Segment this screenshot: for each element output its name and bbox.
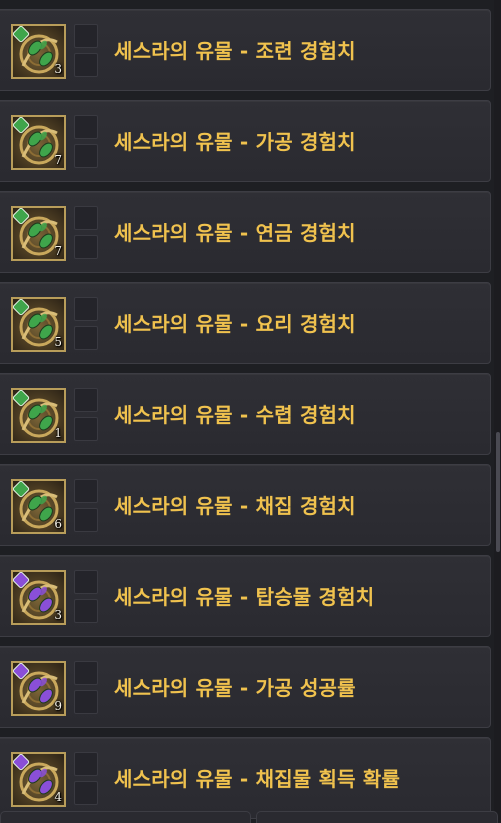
item-count: 4 <box>54 790 62 804</box>
item-count: 3 <box>54 62 62 76</box>
checkbox-top[interactable] <box>74 388 98 412</box>
relic-row[interactable]: 3 세스라의 유물 - 조련 경험치 <box>0 9 491 91</box>
relic-row[interactable]: 4 세스라의 유물 - 채집물 획득 확률 <box>0 737 491 819</box>
checkbox-top[interactable] <box>74 115 98 139</box>
sesra-relic-icon[interactable]: 5 <box>11 297 66 352</box>
item-count: 3 <box>54 608 62 622</box>
checkbox-top[interactable] <box>74 297 98 321</box>
scrollbar-thumb[interactable] <box>496 432 500 552</box>
item-label: 세스라의 유물 - 연금 경험치 <box>114 221 356 245</box>
relic-row[interactable]: 6 세스라의 유물 - 채집 경험치 <box>0 464 491 546</box>
item-label: 세스라의 유물 - 조련 경험치 <box>114 39 356 63</box>
item-label: 세스라의 유물 - 채집 경험치 <box>114 494 356 518</box>
checkbox-bottom[interactable] <box>74 326 98 350</box>
item-label: 세스라의 유물 - 채집물 획득 확률 <box>114 767 401 791</box>
item-label: 세스라의 유물 - 탑승물 경험치 <box>114 585 375 609</box>
sesra-relic-icon[interactable]: 7 <box>11 206 66 261</box>
checkbox-bottom[interactable] <box>74 508 98 532</box>
item-count: 7 <box>54 244 62 258</box>
sesra-relic-icon[interactable]: 3 <box>11 570 66 625</box>
sesra-relic-icon[interactable]: 6 <box>11 479 66 534</box>
item-label: 세스라의 유물 - 가공 경험치 <box>114 130 356 154</box>
checkbox-top[interactable] <box>74 24 98 48</box>
item-count: 5 <box>54 335 62 349</box>
relic-row[interactable]: 7 세스라의 유물 - 연금 경험치 <box>0 191 491 273</box>
relic-row[interactable]: 3 세스라의 유물 - 탑승물 경험치 <box>0 555 491 637</box>
sesra-relic-icon[interactable]: 3 <box>11 24 66 79</box>
checkbox-top[interactable] <box>74 570 98 594</box>
item-label: 세스라의 유물 - 수렵 경험치 <box>114 403 356 427</box>
checkbox-top[interactable] <box>74 479 98 503</box>
relic-row[interactable]: 7 세스라의 유물 - 가공 경험치 <box>0 100 491 182</box>
item-count: 6 <box>54 517 62 531</box>
sesra-relic-icon[interactable]: 7 <box>11 115 66 170</box>
item-count: 7 <box>54 153 62 167</box>
item-label: 세스라의 유물 - 가공 성공률 <box>114 676 356 700</box>
checkbox-bottom[interactable] <box>74 690 98 714</box>
checkbox-bottom[interactable] <box>74 417 98 441</box>
sesra-relic-icon[interactable]: 9 <box>11 661 66 716</box>
checkbox-top[interactable] <box>74 661 98 685</box>
item-count: 1 <box>54 426 62 440</box>
footer-button-left[interactable] <box>0 811 251 823</box>
checkbox-bottom[interactable] <box>74 53 98 77</box>
checkbox-bottom[interactable] <box>74 144 98 168</box>
sesra-relic-icon[interactable]: 4 <box>11 752 66 807</box>
footer-button-right[interactable] <box>256 811 498 823</box>
item-count: 9 <box>54 699 62 713</box>
relic-row[interactable]: 5 세스라의 유물 - 요리 경험치 <box>0 282 491 364</box>
checkbox-bottom[interactable] <box>74 235 98 259</box>
item-label: 세스라의 유물 - 요리 경험치 <box>114 312 356 336</box>
scrollbar[interactable] <box>494 0 501 822</box>
checkbox-top[interactable] <box>74 206 98 230</box>
relic-row[interactable]: 1 세스라의 유물 - 수렵 경험치 <box>0 373 491 455</box>
relic-row[interactable]: 9 세스라의 유물 - 가공 성공률 <box>0 646 491 728</box>
checkbox-top[interactable] <box>74 752 98 776</box>
relic-list: 3 세스라의 유물 - 조련 경험치 7 세스라의 유물 - 가공 경험치 7 세스라의 … <box>0 0 492 822</box>
sesra-relic-icon[interactable]: 1 <box>11 388 66 443</box>
checkbox-bottom[interactable] <box>74 781 98 805</box>
checkbox-bottom[interactable] <box>74 599 98 623</box>
